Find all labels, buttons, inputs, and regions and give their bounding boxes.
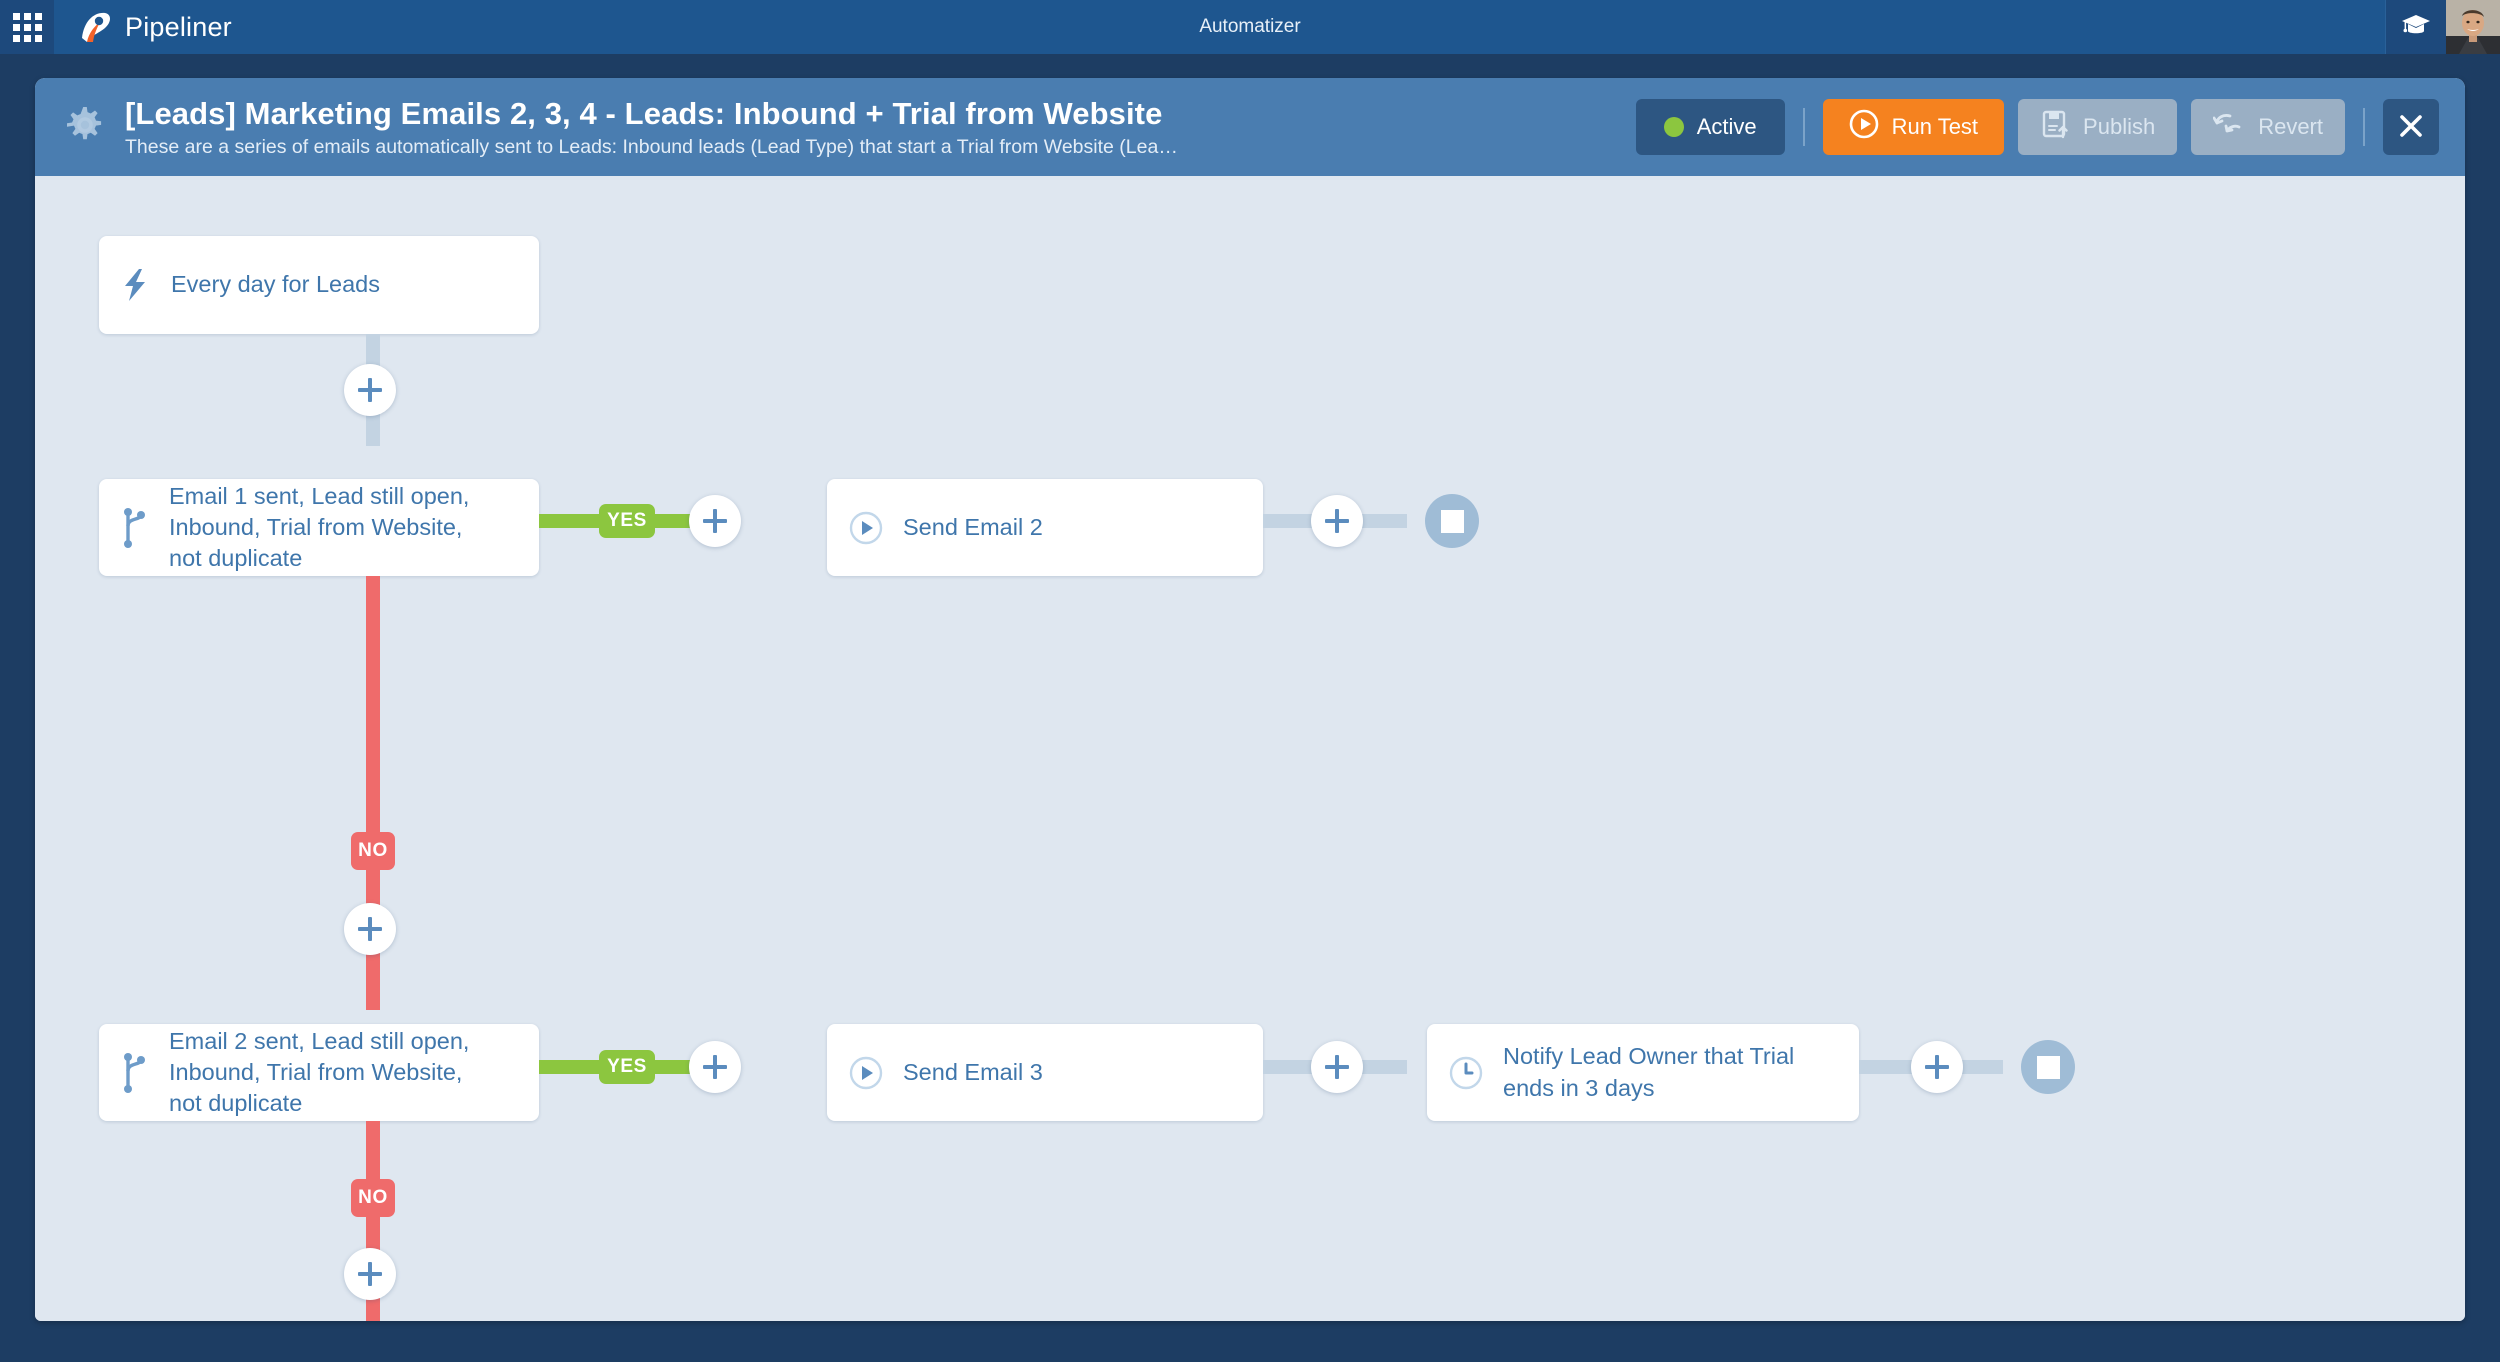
status-badge: Active bbox=[1696, 114, 1757, 139]
pipeliner-logo-icon bbox=[78, 11, 112, 43]
add-step-button[interactable] bbox=[344, 1248, 396, 1300]
branch-icon bbox=[121, 1052, 149, 1094]
revert-icon bbox=[2212, 110, 2245, 144]
flow-node-condition-1[interactable]: Email 1 sent, Lead still open, Inbound, … bbox=[99, 479, 539, 576]
divider bbox=[1802, 108, 1805, 146]
publish-label: Publish bbox=[2083, 114, 2156, 139]
stop-square-icon bbox=[2036, 1055, 2060, 1079]
flow-node-trigger[interactable]: Every day for Leads bbox=[99, 236, 539, 334]
stop-square-icon bbox=[1440, 509, 1464, 533]
branch-label-no: NO bbox=[351, 1179, 395, 1217]
branch-icon bbox=[121, 507, 149, 549]
flow-node-label: Send Email 3 bbox=[903, 1058, 1043, 1085]
learning-center-button[interactable] bbox=[2386, 0, 2446, 54]
revert-button[interactable]: Revert bbox=[2191, 99, 2345, 155]
flow-node-end[interactable] bbox=[2021, 1040, 2075, 1094]
branch-label-no: NO bbox=[351, 832, 395, 870]
close-button[interactable] bbox=[2383, 99, 2439, 155]
play-circle-icon bbox=[849, 1056, 883, 1090]
app-title: Automatizer bbox=[1199, 16, 1301, 37]
avatar[interactable] bbox=[2446, 0, 2500, 54]
page-subtitle: These are a series of emails automatical… bbox=[125, 136, 1178, 159]
status-dot-icon bbox=[1663, 117, 1684, 137]
flow-canvas[interactable]: Every day for Leads Email 1 sent, Lead s… bbox=[35, 176, 2465, 1321]
header-actions: Active Run Test Publish Revert bbox=[1635, 99, 2439, 155]
lightning-bolt-icon bbox=[121, 268, 151, 302]
flow-node-notify-lead-owner[interactable]: Notify Lead Owner that Trial ends in 3 d… bbox=[1427, 1024, 1859, 1121]
branch-label-yes: YES bbox=[599, 1050, 655, 1084]
add-step-button[interactable] bbox=[344, 364, 396, 416]
add-step-button[interactable] bbox=[1911, 1041, 1963, 1093]
page-title: [Leads] Marketing Emails 2, 3, 4 - Leads… bbox=[125, 96, 1163, 132]
flow-node-label: Every day for Leads bbox=[171, 271, 380, 298]
add-step-button[interactable] bbox=[1311, 1041, 1363, 1093]
brand-logo[interactable]: Pipeliner bbox=[78, 11, 232, 43]
run-test-button[interactable]: Run Test bbox=[1822, 99, 2005, 155]
gear-icon[interactable] bbox=[65, 105, 105, 150]
apps-grid-icon bbox=[12, 12, 42, 42]
flow-node-label: Email 1 sent, Lead still open, Inbound, … bbox=[169, 482, 470, 571]
add-step-button[interactable] bbox=[1311, 495, 1363, 547]
flow-node-end[interactable] bbox=[1425, 494, 1479, 548]
app-bar-right-tools bbox=[2385, 0, 2500, 54]
process-header-text: [Leads] Marketing Emails 2, 3, 4 - Leads… bbox=[125, 94, 1636, 159]
flow-node-label: Send Email 2 bbox=[903, 513, 1043, 540]
automatizer-panel: [Leads] Marketing Emails 2, 3, 4 - Leads… bbox=[35, 78, 2465, 1321]
apps-grid-button[interactable] bbox=[0, 0, 54, 54]
flow-node-condition-2[interactable]: Email 2 sent, Lead still open, Inbound, … bbox=[99, 1024, 539, 1121]
app-top-bar: Pipeliner Automatizer bbox=[0, 0, 2500, 54]
play-circle-icon bbox=[849, 511, 883, 545]
brand-name: Pipeliner bbox=[125, 11, 232, 42]
add-step-button[interactable] bbox=[689, 495, 741, 547]
graduation-cap-icon bbox=[2401, 13, 2431, 42]
flow-node-send-email-3[interactable]: Send Email 3 bbox=[827, 1024, 1263, 1121]
divider bbox=[2363, 108, 2365, 146]
status-toggle-button[interactable]: Active bbox=[1635, 99, 1785, 155]
branch-label-yes: YES bbox=[599, 504, 655, 538]
process-header: [Leads] Marketing Emails 2, 3, 4 - Leads… bbox=[35, 78, 2465, 176]
flow-node-send-email-2[interactable]: Send Email 2 bbox=[827, 479, 1263, 576]
flow-node-label: Notify Lead Owner that Trial ends in 3 d… bbox=[1503, 1043, 1795, 1101]
publish-button[interactable]: Publish bbox=[2018, 99, 2178, 155]
add-step-button[interactable] bbox=[344, 903, 396, 955]
clock-icon bbox=[1449, 1056, 1483, 1090]
run-test-label: Run Test bbox=[1891, 114, 1979, 139]
play-circle-icon bbox=[1849, 109, 1879, 145]
flow-node-label: Email 2 sent, Lead still open, Inbound, … bbox=[169, 1027, 470, 1116]
revert-label: Revert bbox=[2258, 114, 2323, 139]
add-step-button[interactable] bbox=[689, 1041, 741, 1093]
close-icon bbox=[2396, 111, 2426, 144]
save-publish-icon bbox=[2040, 109, 2070, 145]
